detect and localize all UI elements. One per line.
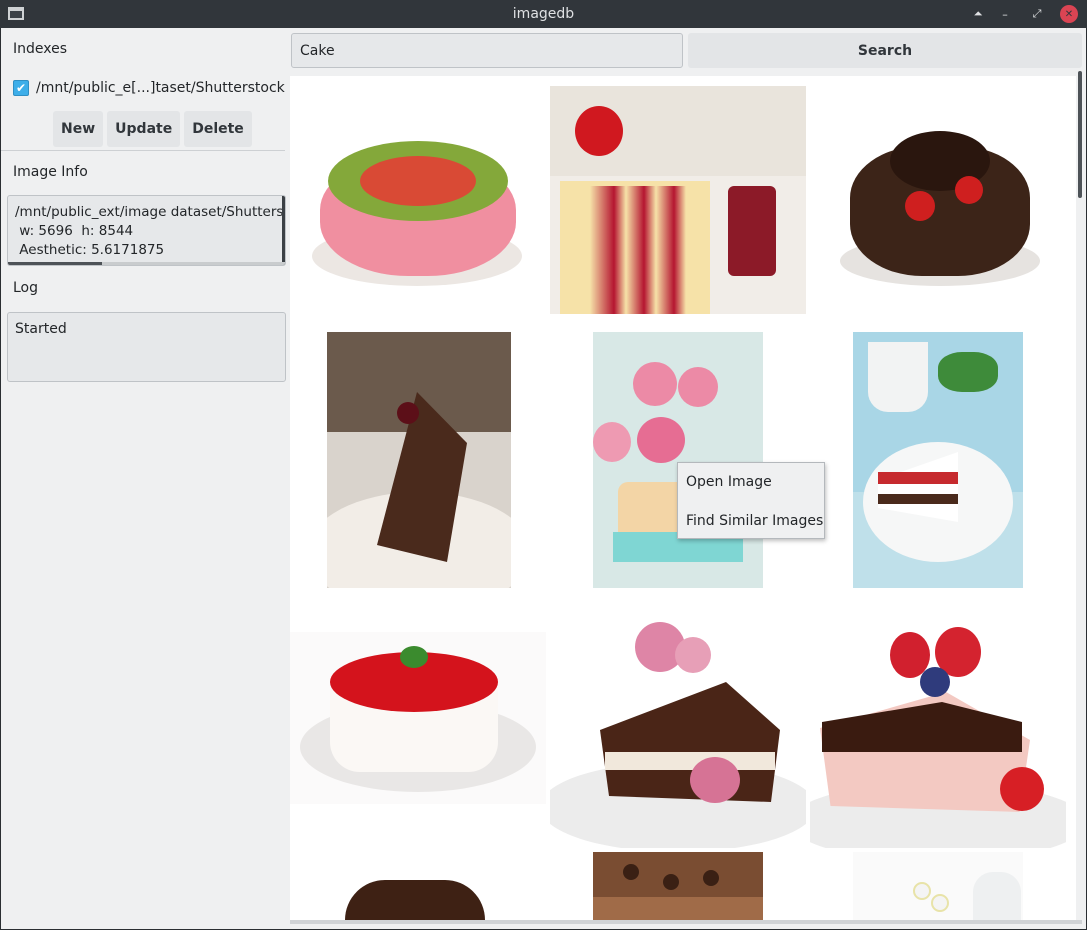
grid-scrollbar[interactable] [1078, 71, 1082, 198]
indexes-heading: Indexes [13, 41, 68, 57]
index-item[interactable]: ✔ /mnt/public_e[...]taset/Shutterstock [13, 80, 285, 96]
minimize-icon[interactable]: – [996, 5, 1014, 23]
maximize-icon[interactable]: ⤢ [1028, 5, 1046, 23]
image-thumbnail[interactable] [290, 852, 546, 924]
grid-bottom-edge [290, 920, 1082, 924]
image-thumbnail[interactable] [290, 632, 546, 804]
update-button[interactable]: Update [107, 111, 181, 147]
window-title: imagedb [512, 6, 575, 22]
image-thumbnail[interactable] [853, 332, 1023, 588]
new-button[interactable]: New [53, 111, 104, 147]
scrollbar-thumb[interactable] [8, 262, 102, 265]
image-thumbnail[interactable] [290, 86, 546, 314]
image-thumbnail[interactable] [853, 852, 1023, 924]
image-thumbnail[interactable] [810, 592, 1066, 848]
index-buttons: New Update Delete [53, 111, 252, 147]
image-info-aesthetic: Aesthetic: 5.6171875 [15, 242, 165, 258]
delete-button[interactable]: Delete [184, 111, 252, 147]
index-path: /mnt/public_e[...]taset/Shutterstock [36, 80, 285, 96]
search-input[interactable]: Cake [291, 33, 683, 68]
divider [1, 150, 285, 151]
context-menu: Open Image Find Similar Images [677, 462, 825, 539]
image-thumbnail[interactable] [550, 592, 806, 848]
image-info-path: /mnt/public_ext/image dataset/Shutterstc [15, 204, 286, 220]
log-heading: Log [13, 280, 39, 296]
main-window: Indexes ✔ /mnt/public_e[...]taset/Shutte… [1, 28, 1086, 929]
image-info-heading: Image Info [13, 164, 88, 180]
image-thumbnail[interactable] [593, 332, 763, 588]
menu-item-find-similar-images[interactable]: Find Similar Images [686, 513, 823, 529]
close-icon[interactable]: ✕ [1060, 5, 1078, 23]
log-text: Started [15, 321, 67, 337]
image-thumbnail[interactable] [810, 86, 1066, 314]
title-bar: imagedb ⏶ – ⤢ ✕ [0, 0, 1087, 28]
image-info-field[interactable]: /mnt/public_ext/image dataset/Shutterstc… [7, 195, 286, 266]
sidebar: Indexes ✔ /mnt/public_e[...]taset/Shutte… [1, 28, 291, 929]
image-info-text: /mnt/public_ext/image dataset/Shutterstc… [15, 203, 286, 260]
image-info-scrollbar[interactable] [8, 262, 285, 265]
index-checkbox[interactable]: ✔ [13, 80, 29, 96]
image-thumbnail[interactable] [327, 332, 511, 588]
log-field[interactable]: Started [7, 312, 286, 382]
image-thumbnail[interactable] [593, 852, 763, 924]
search-button[interactable]: Search [688, 33, 1082, 68]
keep-above-icon[interactable]: ⏶ [969, 5, 987, 23]
image-thumbnail[interactable] [550, 86, 806, 314]
image-info-dims: w: 5696 h: 8544 [15, 223, 134, 239]
image-info-edge [282, 196, 285, 265]
menu-item-open-image[interactable]: Open Image [686, 474, 772, 490]
